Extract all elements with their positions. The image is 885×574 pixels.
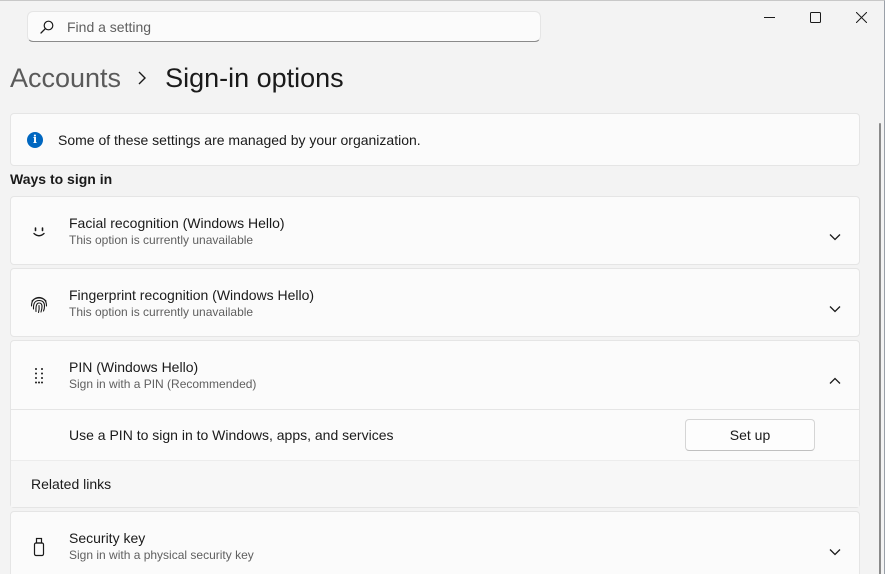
breadcrumb-accounts-link[interactable]: Accounts bbox=[10, 63, 121, 94]
chevron-down-icon[interactable] bbox=[829, 228, 841, 240]
close-icon bbox=[855, 11, 867, 23]
breadcrumb: Accounts Sign-in options bbox=[10, 59, 344, 97]
option-title: Fingerprint recognition (Windows Hello) bbox=[69, 287, 315, 303]
pin-option: PIN (Windows Hello) Sign in with a PIN (… bbox=[10, 340, 860, 508]
info-banner: i Some of these settings are managed by … bbox=[10, 113, 860, 166]
search-icon bbox=[40, 20, 54, 34]
close-button[interactable] bbox=[838, 1, 884, 33]
set-up-button[interactable]: Set up bbox=[685, 419, 815, 451]
security-key-option[interactable]: Security key Sign in with a physical sec… bbox=[10, 511, 860, 574]
vertical-scrollbar[interactable] bbox=[879, 123, 881, 574]
chevron-down-icon[interactable] bbox=[829, 543, 841, 555]
chevron-right-icon bbox=[138, 71, 147, 85]
search-box[interactable] bbox=[27, 11, 541, 42]
facial-recognition-option[interactable]: Facial recognition (Windows Hello) This … bbox=[10, 196, 860, 265]
option-subtitle: This option is currently unavailable bbox=[69, 305, 254, 319]
info-icon: i bbox=[27, 131, 43, 148]
fingerprint-recognition-option[interactable]: Fingerprint recognition (Windows Hello) … bbox=[10, 268, 860, 337]
option-subtitle: Sign in with a PIN (Recommended) bbox=[69, 377, 257, 391]
breadcrumb-separator bbox=[137, 71, 147, 85]
minimize-button[interactable] bbox=[746, 1, 792, 33]
related-links: Related links bbox=[11, 460, 859, 507]
minimize-icon bbox=[763, 16, 775, 18]
maximize-icon bbox=[809, 11, 821, 23]
chevron-up-icon[interactable] bbox=[829, 372, 841, 384]
settings-window: Accounts Sign-in options i Some of these… bbox=[0, 0, 885, 574]
search-input[interactable] bbox=[67, 18, 507, 35]
option-title: Security key bbox=[69, 530, 146, 546]
fingerprint-icon bbox=[29, 294, 49, 314]
security-key-icon bbox=[29, 537, 49, 557]
option-title: Facial recognition (Windows Hello) bbox=[69, 215, 285, 231]
related-links-label: Related links bbox=[31, 476, 112, 492]
pin-setup-row: Use a PIN to sign in to Windows, apps, a… bbox=[11, 409, 859, 460]
info-banner-text: Some of these settings are managed by yo… bbox=[58, 131, 421, 148]
pin-option-header[interactable]: PIN (Windows Hello) Sign in with a PIN (… bbox=[11, 341, 859, 410]
maximize-button[interactable] bbox=[792, 1, 838, 33]
pin-keypad-icon bbox=[29, 366, 49, 386]
face-icon bbox=[29, 222, 49, 242]
option-title: PIN (Windows Hello) bbox=[69, 359, 199, 375]
option-subtitle: Sign in with a physical security key bbox=[69, 548, 254, 562]
page-title: Sign-in options bbox=[165, 62, 344, 93]
option-subtitle: This option is currently unavailable bbox=[69, 233, 254, 247]
pin-setup-description: Use a PIN to sign in to Windows, apps, a… bbox=[69, 427, 394, 443]
chevron-down-icon[interactable] bbox=[829, 300, 841, 312]
section-title: Ways to sign in bbox=[10, 171, 113, 187]
window-controls bbox=[746, 1, 884, 33]
